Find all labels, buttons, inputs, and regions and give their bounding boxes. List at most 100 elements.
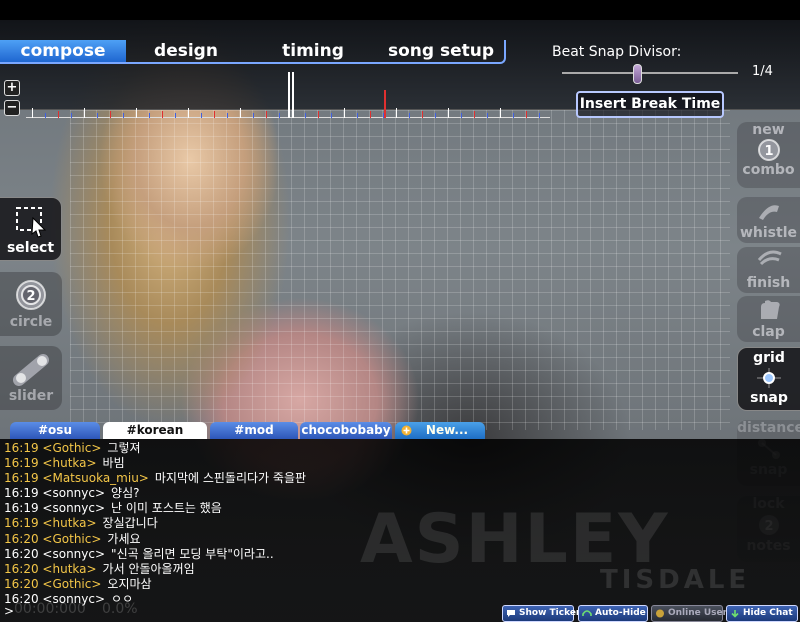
show-ticker-label: Show Ticker — [519, 608, 581, 618]
timeline-tick — [305, 113, 306, 118]
clap-icon — [760, 300, 780, 319]
chat-tab-osu[interactable]: #osu — [10, 422, 100, 439]
chat-nickname[interactable]: <sonnyc> — [42, 501, 105, 515]
auto-hide-label: Auto-Hide — [595, 608, 646, 618]
chat-timestamp: 16:19 — [4, 516, 39, 531]
chat-message-text: 난 이미 포스트는 했음 — [111, 501, 222, 516]
timeline-tick — [84, 108, 85, 118]
chat-nickname[interactable]: <Gothic> — [42, 441, 101, 455]
song-time-readout: 00:00:000 — [14, 601, 86, 617]
tool-circle-label: circle — [9, 314, 53, 330]
zoom-in-button[interactable]: + — [4, 80, 20, 96]
auto-hide-button[interactable]: Auto-Hide — [578, 605, 648, 622]
globe-icon — [656, 609, 664, 618]
tab-compose[interactable]: compose — [0, 40, 126, 62]
timeline-tick — [357, 113, 358, 118]
zoom-out-button[interactable]: − — [4, 100, 20, 116]
timeline-tick — [240, 108, 241, 118]
beat-snap-slider-thumb[interactable] — [633, 64, 642, 84]
grid-snap-toggle[interactable]: grid snap — [737, 347, 800, 411]
show-ticker-button[interactable]: Show Ticker — [502, 605, 580, 622]
speech-bubble-icon — [507, 610, 515, 617]
tool-select-label: select — [6, 240, 55, 256]
circle-number: 2 — [26, 289, 35, 304]
timeline-tick — [331, 113, 332, 118]
chat-input-prompt[interactable]: > — [4, 604, 14, 618]
chat-timestamp: 16:19 — [4, 486, 39, 501]
background-watermark-subtitle: TISDALE — [600, 565, 751, 595]
timeline-tick — [279, 113, 280, 118]
new-combo-line1: new — [752, 122, 785, 138]
timeline-tick — [175, 113, 176, 118]
circle-icon: 2 — [16, 280, 46, 310]
timeline-tick — [526, 111, 527, 118]
editor-header: compose design timing song setup + − Bea… — [0, 20, 800, 118]
timeline-tick — [227, 113, 228, 118]
chat-message-text: "신곡 올리면 모딩 부탁"이라고.. — [111, 546, 274, 561]
window-top-strip — [0, 0, 800, 20]
timeline-marker — [288, 72, 290, 118]
timeline-tick — [344, 108, 345, 118]
new-combo-toggle[interactable]: new 1 combo — [737, 122, 800, 188]
chat-message-text: 가세요 — [107, 531, 141, 546]
chat-tab-new-label: New... — [425, 423, 469, 437]
chat-message-text: 가서 안돌아올꺼임 — [102, 561, 195, 576]
chat-message-text: 장실갑니다 — [102, 516, 158, 531]
timeline-tick — [370, 111, 371, 118]
chat-line: 16:19 <hutka> 바빔 — [4, 456, 604, 471]
chat-nickname[interactable]: <sonnyc> — [42, 547, 105, 561]
tab-song-setup[interactable]: song setup — [378, 40, 504, 62]
timeline-tick — [500, 108, 501, 118]
chat-nickname[interactable]: <Gothic> — [42, 532, 101, 546]
clap-label: clap — [752, 324, 785, 340]
tool-slider-label: slider — [8, 388, 54, 404]
timeline-tick — [58, 111, 59, 118]
insert-break-time-button[interactable]: Insert Break Time — [576, 91, 724, 118]
finish-toggle[interactable]: finish — [737, 247, 800, 293]
chat-tab-chocobobaby[interactable]: chocobobaby — [300, 422, 392, 439]
editor-mode-tabs: compose design timing song setup — [0, 40, 506, 64]
whistle-label: whistle — [739, 225, 798, 241]
chat-nickname[interactable]: <hutka> — [42, 456, 96, 470]
tool-slider[interactable]: slider — [0, 346, 62, 410]
chat-message-text: 그렇져 — [107, 441, 141, 455]
chat-nickname[interactable]: <hutka> — [42, 516, 96, 530]
chat-timestamp: 16:20 — [4, 546, 39, 561]
timeline-tick — [71, 113, 72, 118]
hide-chat-label: Hide Chat — [743, 608, 793, 618]
hide-chat-button[interactable]: Hide Chat — [726, 605, 798, 622]
grid-snap-icon — [757, 368, 781, 388]
chat-tab-mod[interactable]: #mod — [210, 422, 298, 439]
chat-nickname[interactable]: <Gothic> — [42, 577, 101, 591]
new-combo-line2: combo — [742, 162, 795, 178]
whistle-toggle[interactable]: whistle — [737, 197, 800, 243]
timeline-tick — [97, 113, 98, 118]
whistle-icon — [758, 205, 779, 220]
playfield-grid[interactable] — [70, 110, 730, 430]
finish-icon — [757, 250, 782, 266]
chat-timestamp: 16:19 — [4, 471, 39, 486]
tool-circle[interactable]: 2 circle — [0, 272, 62, 336]
online-users-button[interactable]: Online Users — [651, 605, 732, 622]
chat-nickname[interactable]: <sonnyc> — [42, 486, 105, 500]
grid-snap-line2: snap — [750, 390, 788, 406]
clap-toggle[interactable]: clap — [737, 296, 800, 342]
select-icon — [15, 207, 46, 238]
chat-message-text: 오지마삼 — [107, 576, 152, 591]
chat-tab-korean[interactable]: #korean — [103, 422, 207, 439]
timeline-tick — [123, 113, 124, 118]
timeline-marker — [292, 72, 294, 118]
timeline-tick — [214, 111, 215, 118]
chat-nickname[interactable]: <hutka> — [42, 562, 96, 576]
slider-icon — [13, 354, 49, 386]
chat-tab-new[interactable]: New... — [395, 422, 485, 439]
chat-nickname[interactable]: <Matsuoka_miu> — [42, 471, 148, 485]
timeline-tick — [45, 113, 46, 118]
tab-timing[interactable]: timing — [250, 40, 376, 62]
beat-snap-label: Beat Snap Divisor: — [552, 44, 682, 60]
beat-snap-slider-track[interactable] — [562, 72, 738, 74]
timeline-ticks[interactable] — [26, 72, 550, 118]
timeline-tick — [162, 111, 163, 118]
tool-select[interactable]: select — [0, 197, 62, 261]
tab-design[interactable]: design — [126, 40, 246, 62]
